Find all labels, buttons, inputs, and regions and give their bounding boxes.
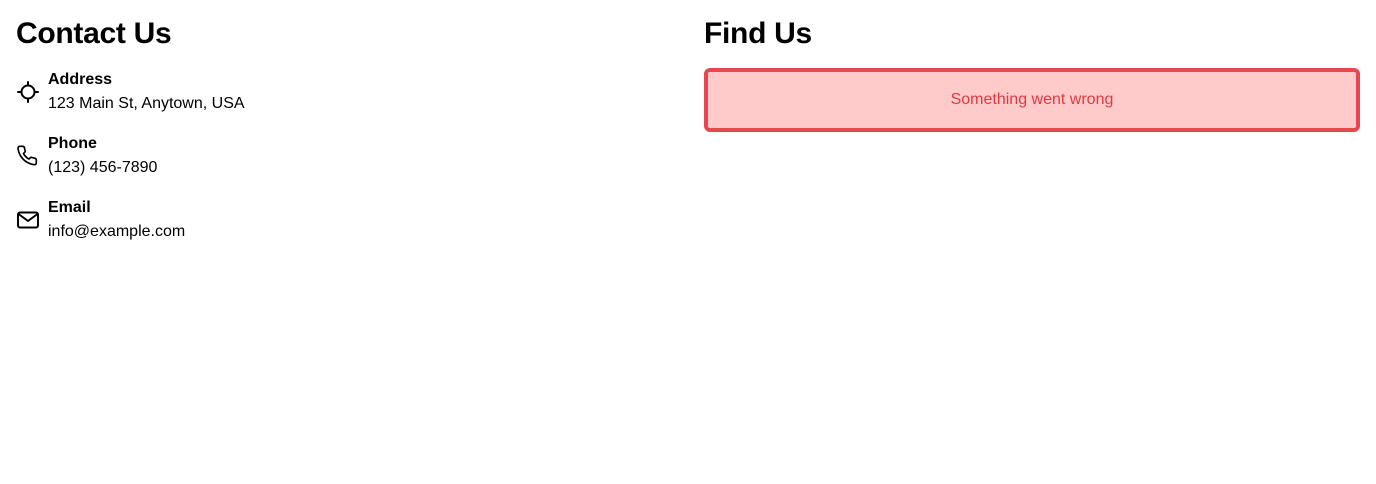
email-label: Email <box>48 199 91 216</box>
find-us-title: Find Us <box>704 17 812 50</box>
phone-icon <box>16 144 40 168</box>
crosshair-icon <box>16 80 40 104</box>
contact-item-phone: Phone (123) 456-7890 <box>16 132 672 180</box>
contact-item-address: Address 123 Main St, Anytown, USA <box>16 68 672 116</box>
contact-list: Address 123 Main St, Anytown, USA Phone … <box>16 68 672 244</box>
address-text: Address 123 Main St, Anytown, USA <box>48 68 245 116</box>
email-value: info@example.com <box>48 223 186 240</box>
email-text: Email info@example.com <box>48 196 185 244</box>
page: Contact Us Address 123 Main St, Anytown,… <box>0 0 1376 484</box>
map-error-box: Something went wrong <box>704 68 1360 132</box>
error-message: Something went wrong <box>950 91 1114 108</box>
address-label: Address <box>48 71 113 88</box>
contact-item-email: Email info@example.com <box>16 196 672 244</box>
mail-icon <box>16 208 40 232</box>
phone-label: Phone <box>48 135 97 152</box>
find-us-section: Find Us Something went wrong <box>704 16 1360 468</box>
address-value: 123 Main St, Anytown, USA <box>48 95 245 112</box>
contact-title: Contact Us <box>16 17 172 50</box>
phone-text: Phone (123) 456-7890 <box>48 132 157 180</box>
contact-section: Contact Us Address 123 Main St, Anytown,… <box>16 16 672 468</box>
phone-value: (123) 456-7890 <box>48 159 158 176</box>
